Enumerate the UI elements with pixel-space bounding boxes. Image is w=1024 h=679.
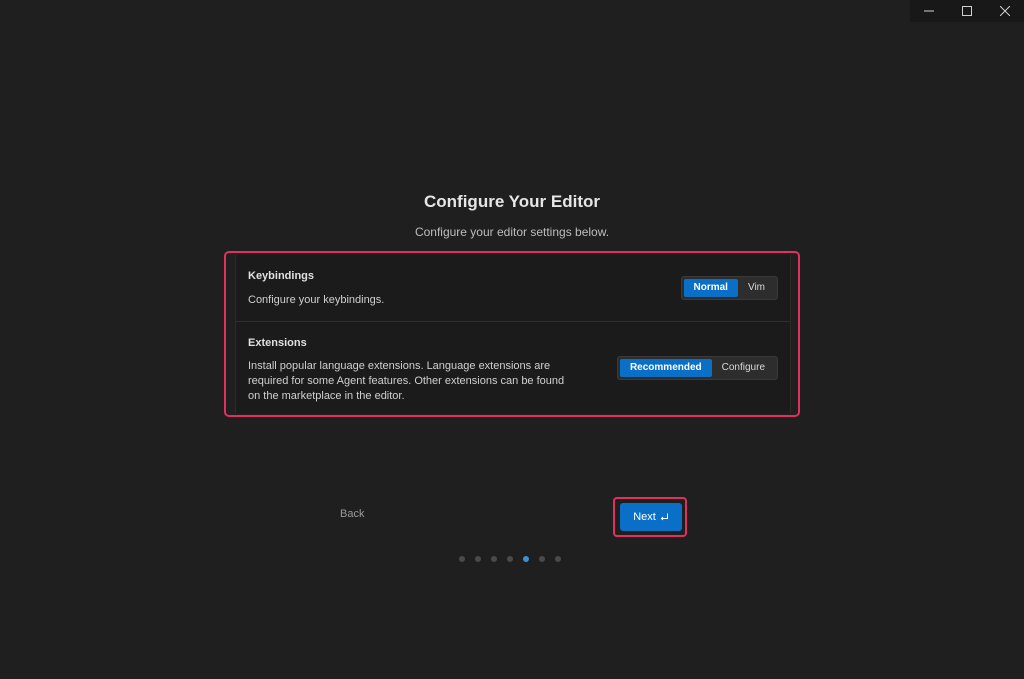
extensions-description: Install popular language extensions. Lan… (248, 360, 565, 402)
extensions-title: Extensions (248, 337, 307, 349)
step-dot-1[interactable] (459, 556, 465, 562)
step-dot-7[interactable] (555, 556, 561, 562)
settings-list: Keybindings Configure your keybindings. … (235, 255, 791, 413)
close-button[interactable] (986, 0, 1024, 22)
keybindings-description: Configure your keybindings. (248, 294, 385, 306)
keybindings-option-vim[interactable]: Vim (738, 279, 775, 297)
extensions-toggle: Recommended Configure (616, 356, 778, 380)
page-subtitle: Configure your editor settings below. (414, 225, 610, 239)
minimize-button[interactable] (910, 0, 948, 22)
enter-icon (660, 513, 668, 520)
window-controls (910, 0, 1024, 22)
page-title: Configure Your Editor (424, 192, 600, 211)
maximize-icon (962, 6, 972, 16)
minimize-icon (924, 10, 934, 12)
keybindings-option-normal[interactable]: Normal (683, 279, 738, 297)
step-dot-3[interactable] (491, 556, 497, 562)
extensions-option-configure[interactable]: Configure (712, 359, 775, 377)
back-button[interactable]: Back (340, 508, 364, 520)
settings-panel: Keybindings Configure your keybindings. … (224, 251, 800, 417)
step-dot-4[interactable] (507, 556, 513, 562)
close-icon (1000, 6, 1010, 16)
next-button[interactable]: Next (620, 503, 682, 531)
maximize-button[interactable] (948, 0, 986, 22)
keybindings-row: Keybindings Configure your keybindings. … (236, 255, 790, 322)
keybindings-toggle: Normal Vim (680, 276, 778, 300)
step-indicator (459, 556, 561, 562)
extensions-row: Extensions Install popular language exte… (236, 322, 790, 413)
step-dot-2[interactable] (475, 556, 481, 562)
keybindings-title: Keybindings (248, 270, 315, 282)
step-dot-6[interactable] (539, 556, 545, 562)
next-button-highlight: Next (613, 497, 687, 537)
app-window: Configure Your Editor Configure your edi… (0, 0, 1024, 679)
extensions-option-recommended[interactable]: Recommended (619, 359, 712, 377)
next-button-label: Next (633, 511, 656, 523)
step-dot-5[interactable] (523, 556, 529, 562)
